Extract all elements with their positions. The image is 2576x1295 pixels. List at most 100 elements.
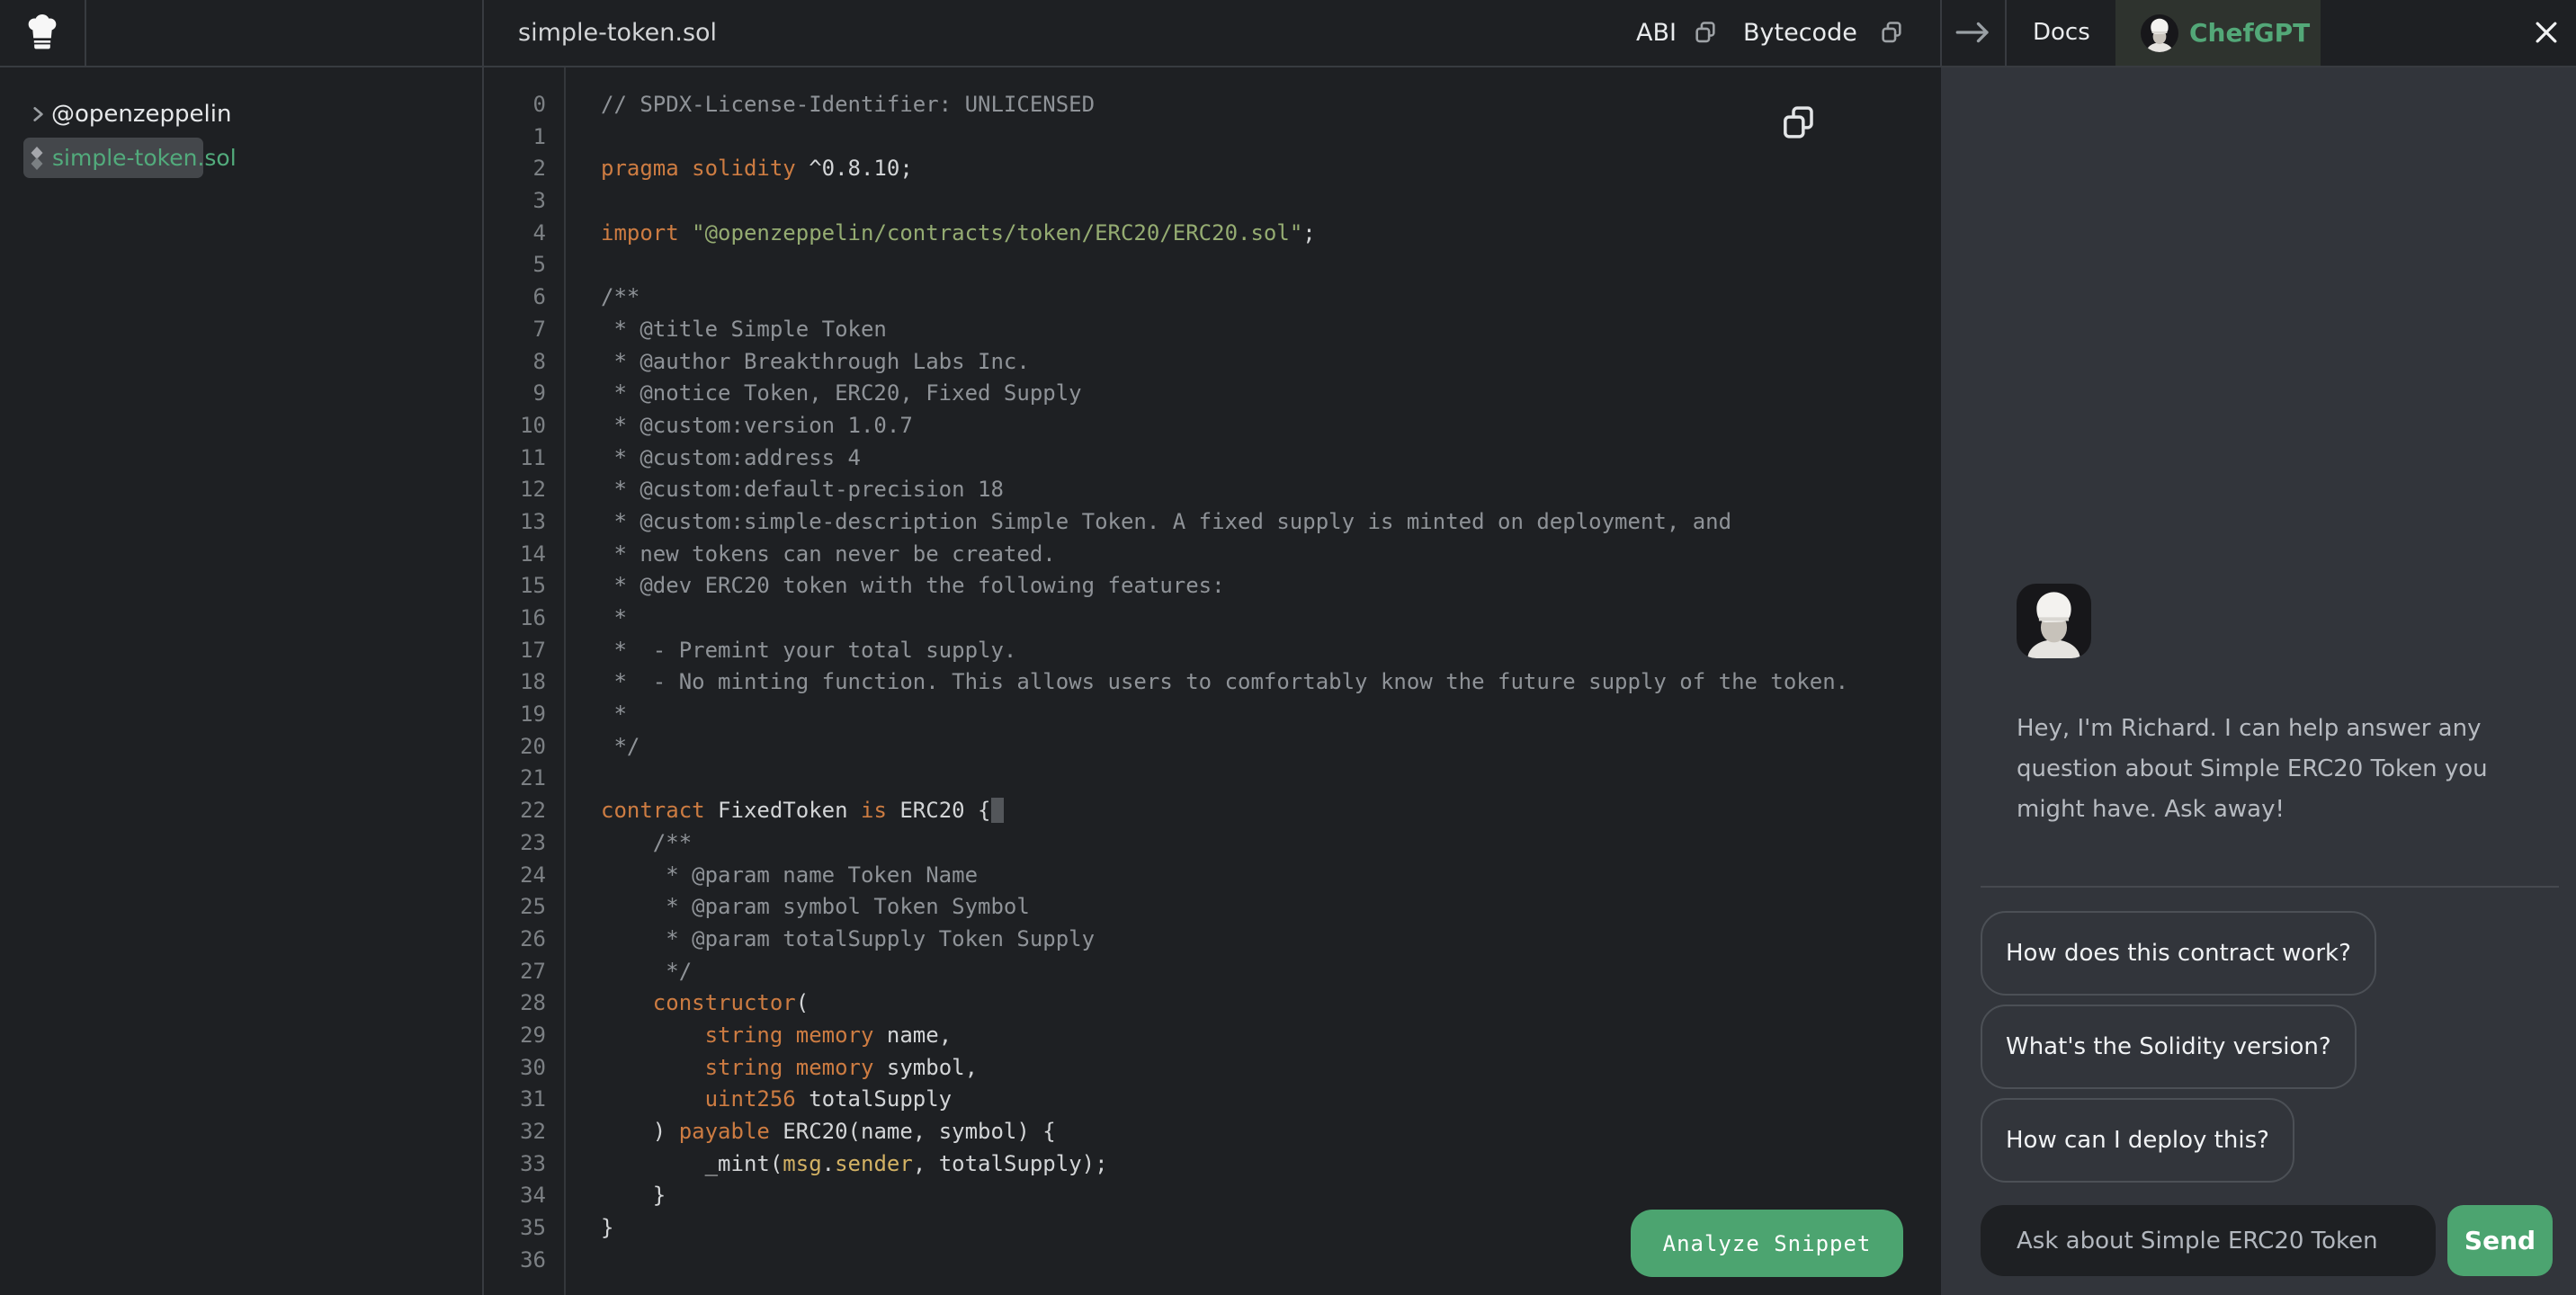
code-text: pragma solidity ^0.8.10; (546, 153, 913, 185)
code-text: * (546, 603, 627, 635)
code-line[interactable]: 33 _mint(msg.sender, totalSupply); (485, 1148, 1939, 1181)
code-line[interactable]: 4import "@openzeppelin/contracts/token/E… (485, 218, 1939, 250)
tab-chefgpt[interactable]: ChefGPT (2115, 0, 2321, 66)
code-text (546, 185, 601, 218)
code-line[interactable]: 31 uint256 totalSupply (485, 1084, 1939, 1116)
line-number: 8 (485, 346, 546, 379)
code-line[interactable]: 12 * @custom:default-precision 18 (485, 474, 1939, 506)
suggestion-list: How does this contract work? What's the S… (1981, 911, 2376, 1192)
code-line[interactable]: 0// SPDX-License-Identifier: UNLICENSED (485, 89, 1939, 121)
line-number: 4 (485, 218, 546, 250)
code-line[interactable]: 16 * (485, 603, 1939, 635)
code-line[interactable]: 23 /** (485, 827, 1939, 860)
line-number: 0 (485, 89, 546, 121)
code-line[interactable]: 8 * @author Breakthrough Labs Inc. (485, 346, 1939, 379)
code-line[interactable]: 13 * @custom:simple-description Simple T… (485, 506, 1939, 539)
code-text (546, 1245, 601, 1277)
suggestion-chip[interactable]: What's the Solidity version? (1981, 1005, 2357, 1089)
code-line[interactable]: 10 * @custom:version 1.0.7 (485, 410, 1939, 442)
code-line[interactable]: 18 * - No minting function. This allows … (485, 666, 1939, 699)
suggestion-chip[interactable]: How does this contract work? (1981, 911, 2376, 996)
line-number: 35 (485, 1212, 546, 1245)
code-text: * @param name Token Name (546, 860, 978, 892)
code-line[interactable]: 2pragma solidity ^0.8.10; (485, 153, 1939, 185)
chevron-right-icon (28, 104, 48, 124)
line-number: 13 (485, 506, 546, 539)
code-text: * (546, 699, 627, 731)
copy-code-button[interactable] (1778, 103, 1818, 143)
code-text: } (546, 1212, 613, 1245)
line-number: 23 (485, 827, 546, 860)
code-line[interactable]: 6/** (485, 281, 1939, 314)
code-line[interactable]: 30 string memory symbol, (485, 1052, 1939, 1085)
code-text: * @param totalSupply Token Supply (546, 924, 1095, 956)
code-text: * @custom:address 4 (546, 442, 861, 475)
line-number: 26 (485, 924, 546, 956)
line-number: 34 (485, 1180, 546, 1212)
code-line[interactable]: 34 } (485, 1180, 1939, 1212)
topbar-separator (1940, 0, 1942, 66)
line-number: 14 (485, 539, 546, 571)
line-number: 29 (485, 1020, 546, 1052)
code-editor[interactable]: 0// SPDX-License-Identifier: UNLICENSED1… (485, 67, 1939, 1295)
sidebar-item-openzeppelin[interactable]: @openzeppelin (0, 98, 231, 130)
send-button[interactable]: Send (2447, 1205, 2553, 1276)
code-line[interactable]: 14 * new tokens can never be created. (485, 539, 1939, 571)
code-line[interactable]: 20 */ (485, 731, 1939, 764)
code-line[interactable]: 19 * (485, 699, 1939, 731)
code-line[interactable]: 26 * @param totalSupply Token Supply (485, 924, 1939, 956)
chefgpt-avatar (2141, 14, 2178, 52)
code-text: * - No minting function. This allows use… (546, 666, 1848, 699)
code-text: * @custom:version 1.0.7 (546, 410, 913, 442)
code-text: * @dev ERC20 token with the following fe… (546, 570, 1225, 603)
line-number: 10 (485, 410, 546, 442)
code-text (546, 763, 601, 795)
line-number: 7 (485, 314, 546, 346)
code-line[interactable]: 27 */ (485, 956, 1939, 988)
code-line[interactable]: 17 * - Premint your total supply. (485, 635, 1939, 667)
collapse-panel-button[interactable] (1950, 18, 1997, 49)
suggestion-chip[interactable]: How can I deploy this? (1981, 1098, 2294, 1183)
code-line[interactable]: 15 * @dev ERC20 token with the following… (485, 570, 1939, 603)
code-text: * @custom:simple-description Simple Toke… (546, 506, 1731, 539)
close-button[interactable] (2527, 14, 2565, 52)
line-number: 6 (485, 281, 546, 314)
app-logo-button[interactable] (0, 0, 85, 66)
line-number: 9 (485, 378, 546, 410)
code-line[interactable]: 11 * @custom:address 4 (485, 442, 1939, 475)
code-line[interactable]: 7 * @title Simple Token (485, 314, 1939, 346)
code-line[interactable]: 9 * @notice Token, ERC20, Fixed Supply (485, 378, 1939, 410)
assistant-greeting: Hey, I'm Richard. I can help answer any … (2017, 709, 2534, 830)
copy-abi-button[interactable] (1690, 20, 1721, 47)
code-text: * - Premint your total supply. (546, 635, 1016, 667)
sidebar-item-simple-token[interactable]: simple-token.sol (23, 138, 203, 178)
code-line[interactable]: 29 string memory name, (485, 1020, 1939, 1052)
line-number: 18 (485, 666, 546, 699)
analyze-snippet-button[interactable]: Analyze Snippet (1631, 1210, 1903, 1277)
code-line[interactable]: 32 ) payable ERC20(name, symbol) { (485, 1116, 1939, 1148)
code-line[interactable]: 25 * @param symbol Token Symbol (485, 891, 1939, 924)
code-text: string memory symbol, (546, 1052, 978, 1085)
chefgpt-panel: Hey, I'm Richard. I can help answer any … (1941, 67, 2576, 1295)
file-title: simple-token.sol (518, 0, 717, 66)
code-line[interactable]: 24 * @param name Token Name (485, 860, 1939, 892)
code-text: contract FixedToken is ERC20 { (546, 795, 1004, 827)
line-number: 30 (485, 1052, 546, 1085)
line-number: 20 (485, 731, 546, 764)
code-line[interactable]: 3 (485, 185, 1939, 218)
file-explorer: @openzeppelin simple-token.sol (0, 67, 482, 1295)
richard-avatar (2017, 584, 2091, 658)
line-number: 24 (485, 860, 546, 892)
code-line[interactable]: 28 constructor( (485, 987, 1939, 1020)
tab-docs[interactable]: Docs (2033, 0, 2090, 66)
code-line[interactable]: 22contract FixedToken is ERC20 { (485, 795, 1939, 827)
chat-input[interactable] (1981, 1205, 2436, 1276)
copy-bytecode-button[interactable] (1876, 20, 1907, 47)
code-line[interactable]: 5 (485, 249, 1939, 281)
chef-hat-icon (24, 12, 60, 55)
code-line[interactable]: 21 (485, 763, 1939, 795)
code-line[interactable]: 1 (485, 121, 1939, 154)
line-number: 15 (485, 570, 546, 603)
line-number: 1 (485, 121, 546, 154)
code-text: import "@openzeppelin/contracts/token/ER… (546, 218, 1316, 250)
